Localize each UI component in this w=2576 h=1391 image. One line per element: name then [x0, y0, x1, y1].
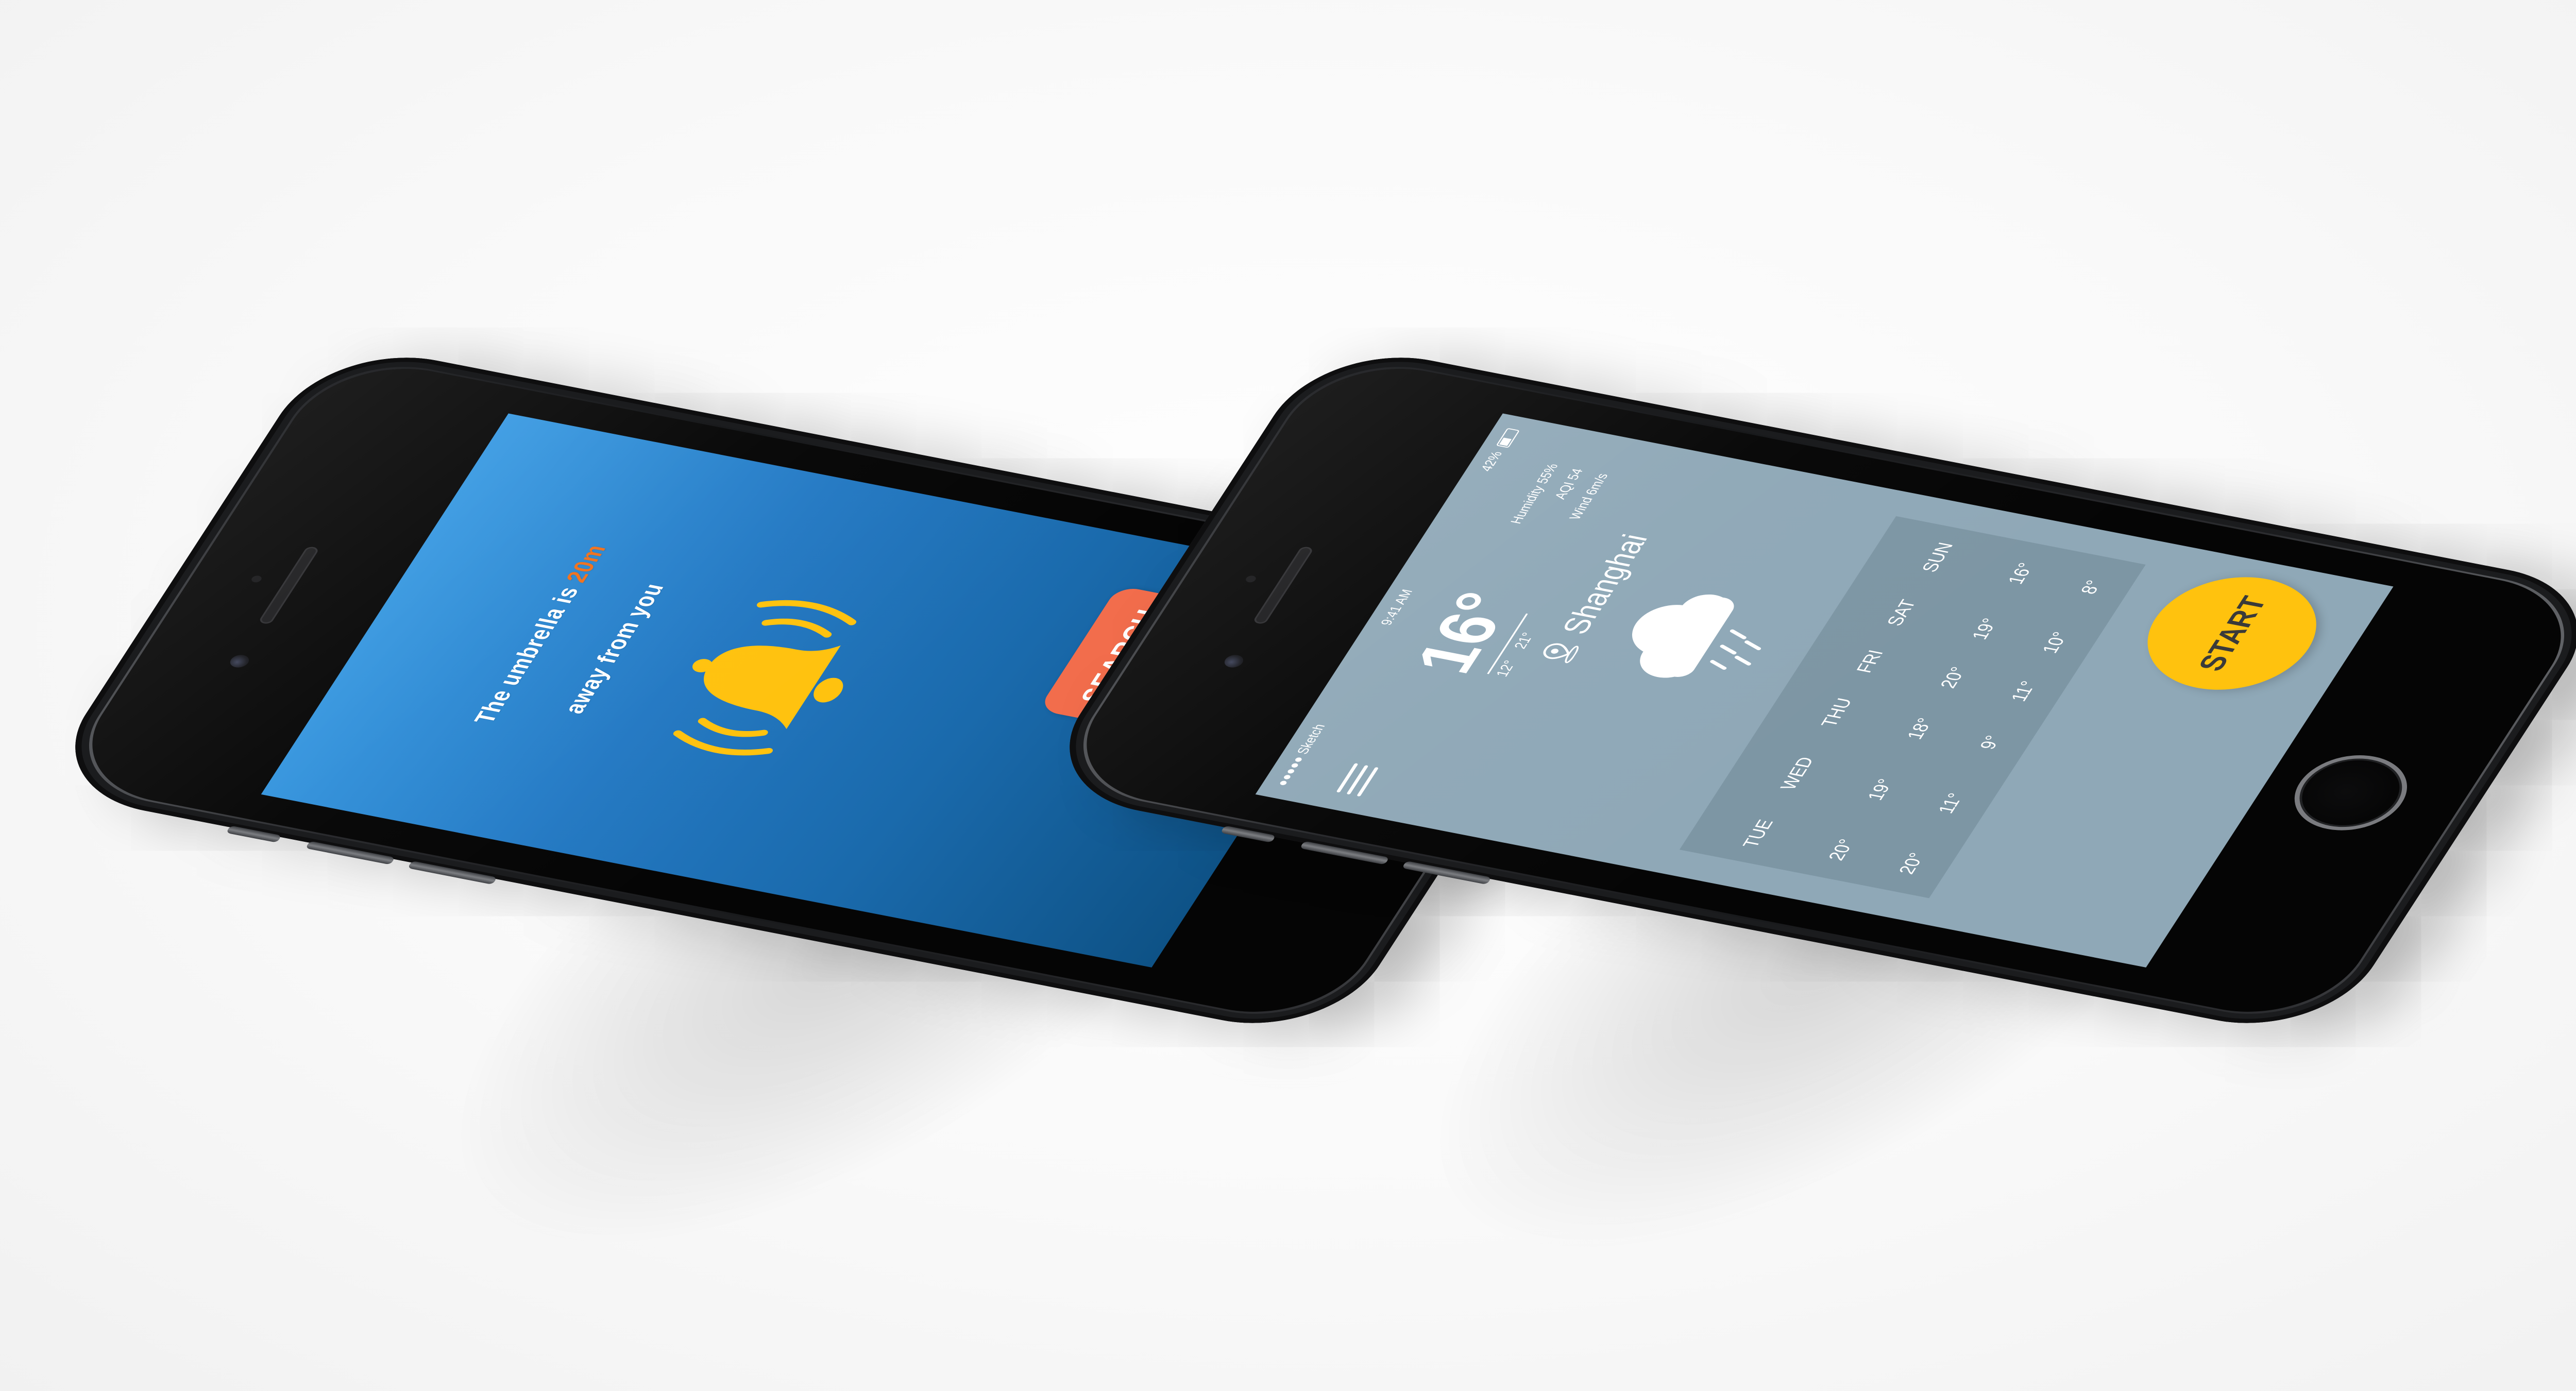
weather-stats: Humidity 55% AQI 54 Wind 6m/s — [1503, 462, 1616, 536]
menu-button[interactable] — [1328, 758, 1389, 798]
front-camera — [227, 653, 252, 669]
battery-percent: 42% — [1478, 450, 1506, 473]
forecast-panel: TUE WED THU FRI SAT SUN 20° 19° 18° 20° — [1679, 516, 2146, 898]
battery-indicator: 42% — [1478, 428, 1521, 473]
location-pin-icon — [1537, 639, 1589, 667]
temp-high: 21° — [1510, 631, 1538, 651]
earpiece-speaker — [1252, 546, 1314, 625]
earpiece-speaker — [258, 546, 320, 625]
proximity-sensor — [1244, 574, 1258, 583]
temp-low: 12° — [1492, 659, 1520, 678]
front-camera — [1221, 653, 1247, 669]
distance-value: 20m — [560, 542, 612, 585]
bell-icon — [628, 581, 902, 775]
forecast-table: TUE WED THU FRI SAT SUN 20° 19° 18° 20° — [1680, 516, 2146, 898]
menu-icon — [1336, 760, 1381, 797]
start-button[interactable]: START — [2120, 564, 2344, 703]
battery-icon — [1496, 428, 1520, 448]
mockup-scene: The umbrella is 20m away from you ●●●●● … — [0, 0, 2576, 1391]
home-button[interactable] — [2276, 747, 2426, 839]
ringing-bell-graphic — [673, 600, 857, 756]
bell-shape — [692, 645, 843, 730]
proximity-sensor — [250, 574, 263, 583]
battery-fill — [1499, 437, 1512, 446]
